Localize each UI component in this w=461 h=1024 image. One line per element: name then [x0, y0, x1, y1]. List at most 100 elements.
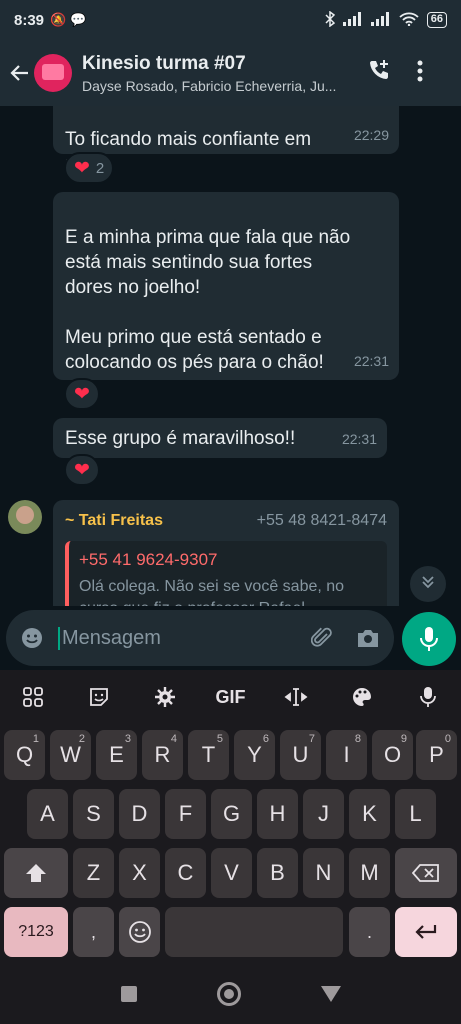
chat-participants: Dayse Rosado, Fabricio Echeverria, Ju... [82, 77, 337, 94]
key-label: N [315, 860, 332, 885]
sender-row: ~ Tati Freitas +55 48 8421-8474 [65, 508, 387, 533]
key-z[interactable]: Z [73, 848, 114, 898]
key-x[interactable]: X [119, 848, 160, 898]
heart-reaction-icon: ❤ [74, 459, 90, 481]
chat-title-area[interactable]: Kinesio turma #07 Dayse Rosado, Fabricio… [82, 53, 354, 94]
shift-icon [26, 864, 46, 882]
key-i[interactable]: I8 [326, 730, 367, 780]
message-time: 22:31 [341, 431, 377, 447]
key-h[interactable]: H [257, 789, 298, 839]
gear-icon[interactable] [145, 677, 185, 717]
key-a[interactable]: A [27, 789, 68, 839]
key-s[interactable]: S [73, 789, 114, 839]
comma-key[interactable]: , [73, 907, 114, 957]
key-label: S [86, 801, 101, 826]
key-label: G [222, 801, 241, 826]
key-k[interactable]: K [349, 789, 390, 839]
palette-icon[interactable] [342, 677, 382, 717]
key-c[interactable]: C [165, 848, 206, 898]
key-label: F [178, 801, 193, 826]
scroll-to-bottom-button[interactable] [410, 566, 446, 602]
key-label: A [40, 801, 55, 826]
message-bubble[interactable]: Esse grupo é maravilhoso!! 22:31 [53, 418, 387, 458]
incoming-message-bubble[interactable]: ~ Tati Freitas +55 48 8421-8474 +55 41 9… [53, 500, 399, 606]
key-n[interactable]: N [303, 848, 344, 898]
key-o[interactable]: O9 [372, 730, 413, 780]
quoted-message[interactable]: +55 41 9624-9307 Olá colega. Não sei se … [65, 541, 387, 606]
backspace-key[interactable] [395, 848, 457, 898]
back-button[interactable] [320, 986, 341, 1002]
recents-button[interactable] [120, 986, 137, 1002]
key-q[interactable]: Q1 [4, 730, 45, 780]
key-t[interactable]: T5 [188, 730, 229, 780]
key-v[interactable]: V [211, 848, 252, 898]
key-b[interactable]: B [257, 848, 298, 898]
key-j[interactable]: J [303, 789, 344, 839]
message-text: E a minha prima que fala que não está ma… [65, 227, 351, 373]
key-p[interactable]: P0 [416, 730, 457, 780]
message-time: 22:29 [353, 127, 389, 143]
composer-bar [0, 606, 461, 670]
key-f[interactable]: F [165, 789, 206, 839]
key-label: M [360, 860, 379, 885]
message-bubble[interactable]: To ficando mais confiante em mim! 22:29 [53, 106, 399, 175]
key-u[interactable]: U7 [280, 730, 321, 780]
wifi-icon [399, 12, 419, 29]
voice-message-button[interactable] [402, 612, 456, 666]
key-label: E [109, 742, 124, 767]
chat-header: Kinesio turma #07 Dayse Rosado, Fabricio… [0, 40, 461, 106]
camera-button[interactable] [352, 622, 384, 654]
text-cursor-icon[interactable] [276, 677, 316, 717]
attach-button[interactable] [306, 622, 338, 654]
key-e[interactable]: E3 [96, 730, 137, 780]
key-y[interactable]: Y6 [234, 730, 275, 780]
heart-reaction-icon: ❤ [74, 383, 90, 405]
gif-button[interactable]: GIF [210, 677, 250, 717]
battery-indicator: 66 [426, 12, 447, 28]
more-options-button[interactable] [400, 53, 440, 93]
keyboard-toolbar: GIF [0, 670, 461, 724]
key-label: U [292, 742, 309, 767]
message-reaction[interactable]: ❤ 2 [64, 152, 115, 184]
system-nav-bar [0, 964, 461, 1024]
message-bubble[interactable]: E a minha prima que fala que não está ma… [53, 192, 399, 380]
key-label: H [269, 801, 286, 826]
sticker-icon[interactable] [79, 677, 119, 717]
home-button[interactable] [216, 982, 241, 1006]
mute-icon: 🔕 [50, 12, 67, 27]
period-key[interactable]: . [349, 907, 390, 957]
key-label: L [409, 801, 422, 826]
signal-icon-2 [370, 11, 391, 29]
key-hint: 9 [400, 733, 407, 745]
key-d[interactable]: D [119, 789, 160, 839]
add-call-button[interactable] [360, 53, 400, 93]
keyboard-mic-icon[interactable] [408, 677, 448, 717]
key-label: I [343, 742, 350, 767]
message-reaction[interactable]: ❤ [64, 378, 100, 410]
key-hint: 3 [124, 733, 131, 745]
key-r[interactable]: R4 [142, 730, 183, 780]
emoji-button[interactable] [16, 622, 48, 654]
chat-notification-icon: 💬 [70, 12, 87, 27]
message-input[interactable] [58, 626, 288, 650]
key-w[interactable]: W2 [50, 730, 91, 780]
key-m[interactable]: M [349, 848, 390, 898]
sender-avatar[interactable] [8, 500, 42, 534]
key-label: Z [86, 860, 101, 885]
emoji-key[interactable] [119, 907, 160, 957]
space-key[interactable] [165, 907, 343, 957]
symbols-key[interactable]: ?123 [4, 907, 68, 957]
message-reaction[interactable]: ❤ [64, 454, 100, 486]
group-avatar[interactable] [34, 54, 72, 92]
enter-key[interactable] [395, 907, 457, 957]
chat-area[interactable]: To ficando mais confiante em mim! 22:29 … [0, 106, 461, 606]
back-arrow-icon[interactable] [8, 61, 32, 85]
apps-grid-icon[interactable] [13, 677, 53, 717]
key-g[interactable]: G [211, 789, 252, 839]
double-chevron-down-icon [420, 574, 436, 595]
key-l[interactable]: L [395, 789, 436, 839]
camera-icon [358, 630, 378, 647]
key-label: V [224, 860, 239, 885]
shift-key[interactable] [4, 848, 68, 898]
sender-name[interactable]: ~ Tati Freitas [65, 508, 163, 533]
